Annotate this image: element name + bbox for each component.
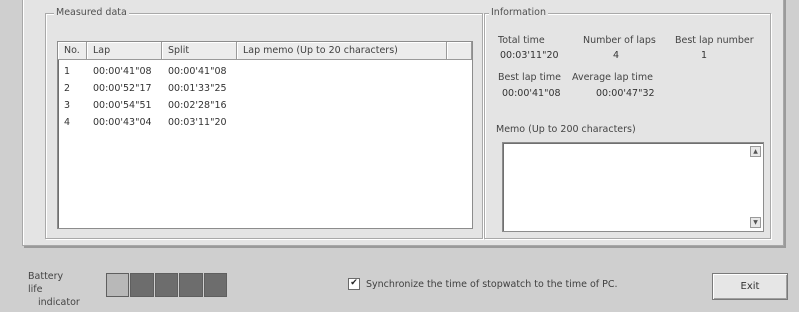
battery-segment <box>154 273 179 297</box>
sync-label: Synchronize the time of stopwatch to the… <box>366 278 618 290</box>
col-header-spacer <box>447 42 472 60</box>
memo-textarea[interactable]: ▲ ▼ <box>502 142 764 232</box>
best-lap-time-label: Best lap time <box>498 72 562 83</box>
best-lap-time-value: 00:00'41"08 <box>502 88 561 99</box>
cell-no: 3 <box>64 100 71 111</box>
col-header-lap-memo[interactable]: Lap memo (Up to 20 characters) <box>237 42 447 60</box>
sync-checkbox[interactable]: ✔ <box>348 278 360 290</box>
cell-no: 4 <box>64 117 71 128</box>
average-lap-time-value: 00:00'47"32 <box>596 88 655 99</box>
scroll-up-icon[interactable]: ▲ <box>750 146 761 157</box>
lap-table[interactable]: No. Lap Split Lap memo (Up to 20 charact… <box>57 41 473 229</box>
total-time-value: 00:03'11"20 <box>500 50 559 61</box>
col-header-split[interactable]: Split <box>162 42 237 60</box>
memo-label: Memo (Up to 200 characters) <box>496 124 636 135</box>
best-lap-number-value: 1 <box>700 50 708 61</box>
table-row[interactable]: 4 00:00'43"04 00:03'11"20 <box>58 115 472 131</box>
battery-label: Battery life indicator <box>28 270 80 309</box>
cell-lap: 00:00'54"51 <box>93 100 152 111</box>
exit-button[interactable]: Exit <box>712 273 788 300</box>
information-title: Information <box>489 7 548 19</box>
battery-segment <box>130 273 154 297</box>
sync-time-option[interactable]: ✔ Synchronize the time of stopwatch to t… <box>348 278 618 290</box>
table-header: No. Lap Split Lap memo (Up to 20 charact… <box>58 42 472 61</box>
cell-no: 1 <box>64 66 71 77</box>
scroll-down-icon[interactable]: ▼ <box>750 217 761 228</box>
cell-lap: 00:00'43"04 <box>93 117 152 128</box>
battery-segment <box>179 273 203 297</box>
battery-segment <box>106 273 130 297</box>
battery-label-line2: indicator <box>38 297 80 308</box>
best-lap-number-label: Best lap number <box>675 35 754 46</box>
number-of-laps-label: Number of laps <box>583 35 656 46</box>
table-row[interactable]: 1 00:00'41"08 00:00'41"08 <box>58 64 472 80</box>
cell-split: 00:00'41"08 <box>168 66 227 77</box>
cell-lap: 00:00'41"08 <box>93 66 152 77</box>
cell-no: 2 <box>64 83 71 94</box>
cell-split: 00:03'11"20 <box>168 117 227 128</box>
table-row[interactable]: 3 00:00'54"51 00:02'28"16 <box>58 98 472 114</box>
total-time-label: Total time <box>498 35 545 46</box>
battery-label-line1: Battery life <box>28 271 64 295</box>
cell-split: 00:02'28"16 <box>168 100 227 111</box>
battery-indicator <box>106 273 228 297</box>
col-header-no[interactable]: No. <box>58 42 87 60</box>
number-of-laps-value: 4 <box>612 50 620 61</box>
cell-lap: 00:00'52"17 <box>93 83 152 94</box>
col-header-lap[interactable]: Lap <box>87 42 162 60</box>
cell-split: 00:01'33"25 <box>168 83 227 94</box>
battery-segment <box>203 273 228 297</box>
table-row[interactable]: 2 00:00'52"17 00:01'33"25 <box>58 81 472 97</box>
average-lap-time-label: Average lap time <box>572 72 654 83</box>
measured-data-title: Measured data <box>54 7 129 19</box>
